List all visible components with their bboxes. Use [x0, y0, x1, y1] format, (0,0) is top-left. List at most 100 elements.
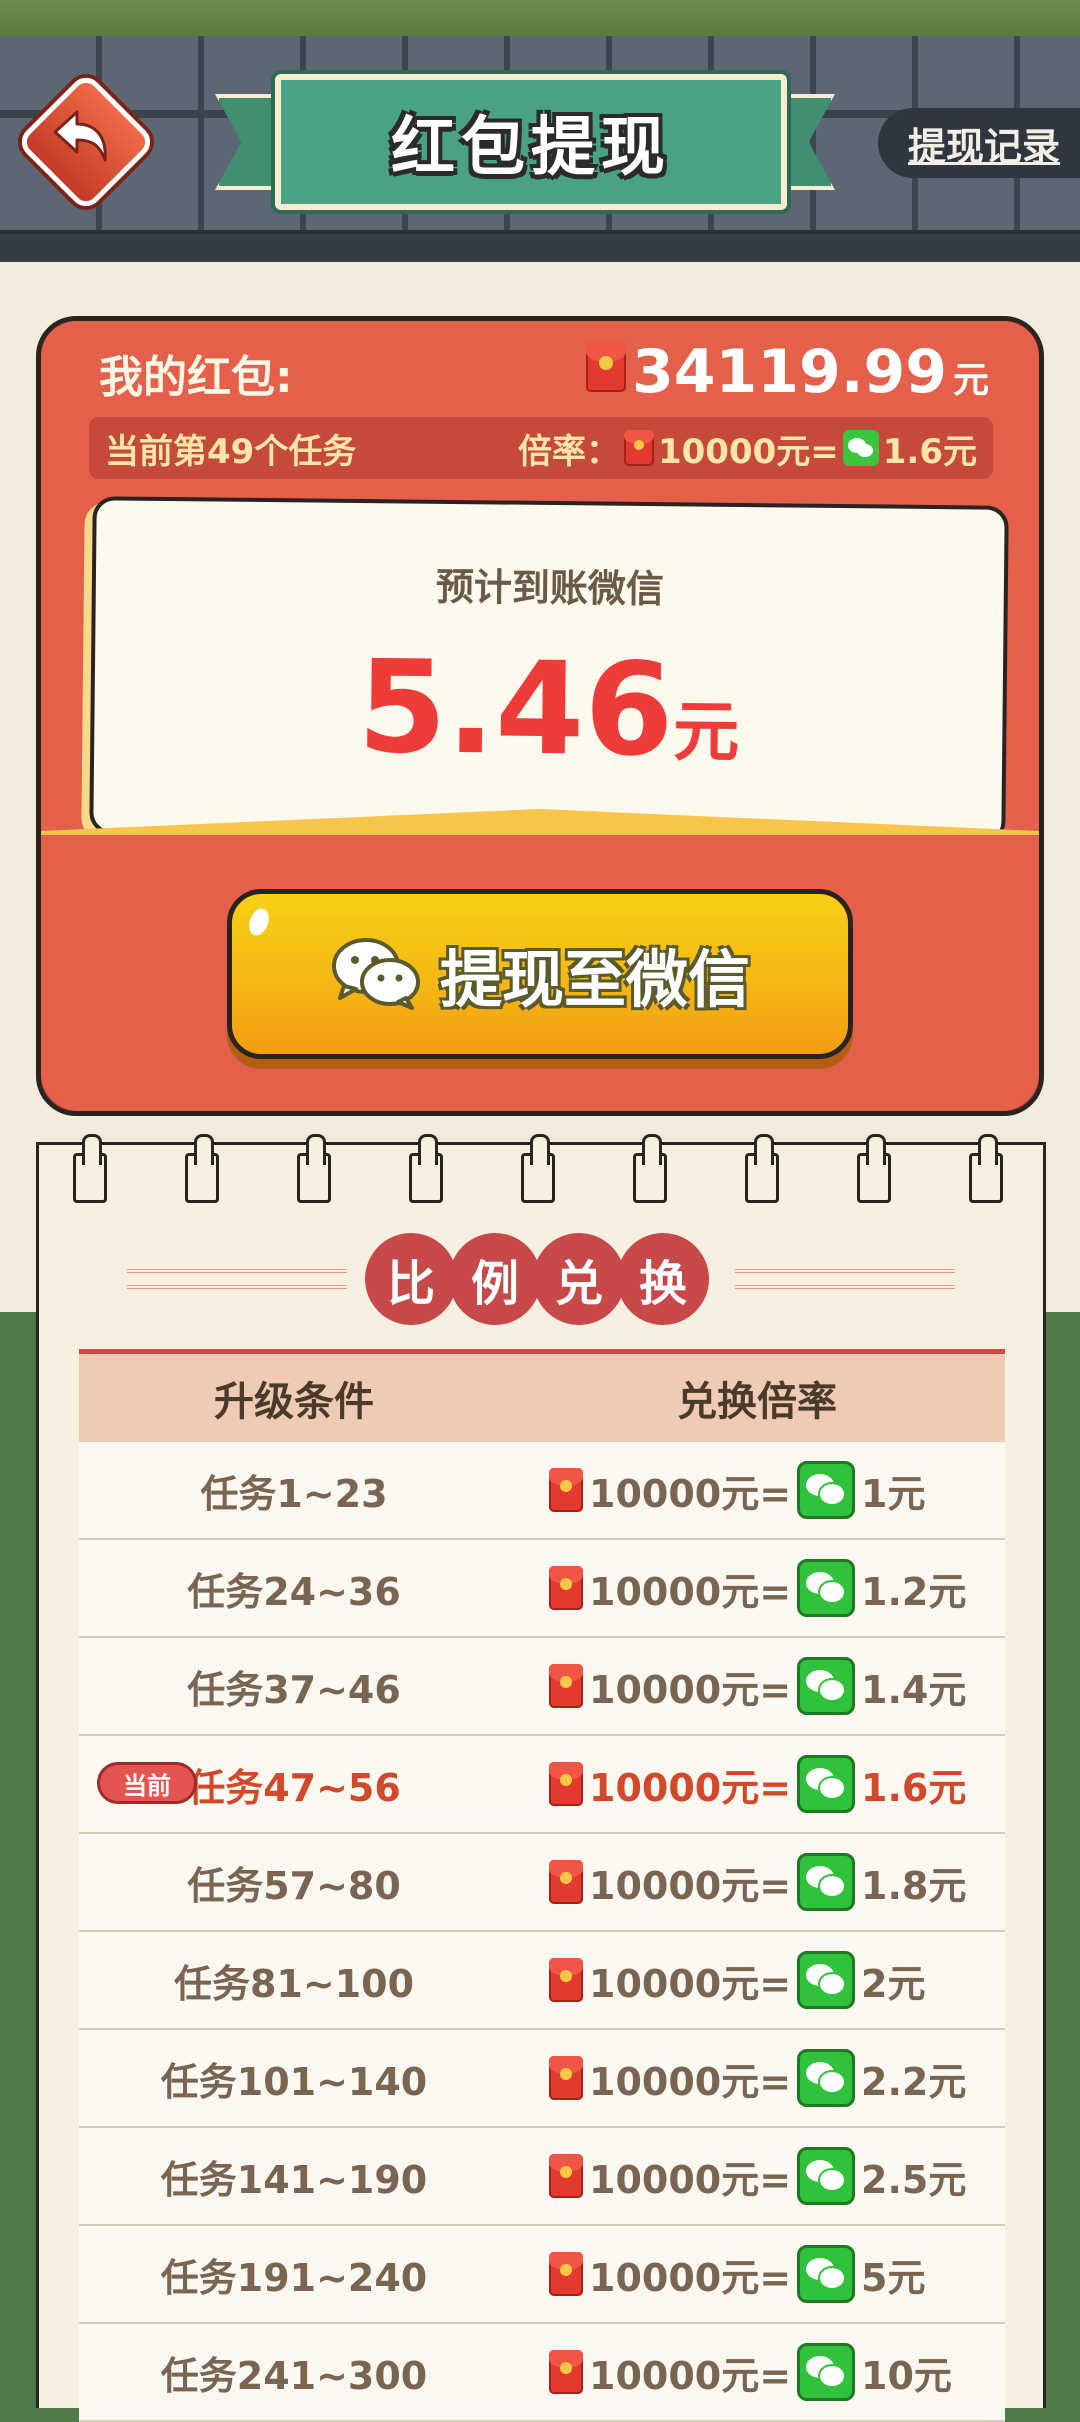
withdraw-button-label: 提现至微信 [439, 943, 750, 1016]
rate-right: 10元 [861, 2353, 952, 2398]
binder-ring [297, 1134, 331, 1203]
table-row: 任务24~36 10000元= 1.2元 [79, 1540, 1005, 1638]
balance-amount: 34119.99 [631, 337, 947, 407]
row-condition: 任务24~36 [187, 1569, 401, 1614]
title-char: 换 [617, 1233, 709, 1325]
rate-right: 2元 [861, 1961, 926, 2006]
rate-left: 10000元= [589, 1667, 792, 1712]
estimate-label: 预计到账微信 [435, 564, 665, 612]
title-char: 例 [449, 1233, 541, 1325]
table-row: 任务37~46 10000元= 1.4元 [79, 1638, 1005, 1736]
row-condition: 任务141~190 [160, 2157, 428, 2202]
rate-right: 1.8元 [861, 1863, 967, 1908]
estimate-paper: 预计到账微信 5.46元 [89, 496, 1009, 844]
wechat-icon [797, 2147, 856, 2205]
red-packet-icon [549, 1468, 583, 1512]
table-row: 任务81~100 10000元= 2元 [79, 1932, 1005, 2030]
row-condition: 任务101~140 [160, 2059, 428, 2104]
table-row-current: 当前 任务47~56 10000元= 1.6元 [79, 1736, 1005, 1834]
red-packet-icon [549, 2056, 583, 2100]
back-button[interactable] [15, 71, 157, 213]
rate-right: 1.4元 [861, 1667, 967, 1712]
top-header: 红包提现 提现记录 [0, 0, 1080, 262]
title-divider-right [735, 1269, 955, 1289]
wechat-icon [797, 1951, 856, 2009]
rate-label: 倍率： [517, 431, 620, 472]
rate-right: 1.6元 [882, 431, 977, 472]
rate-left: 10000元= [589, 2059, 792, 2104]
binder-ring [633, 1134, 667, 1203]
row-rate: 10000元= 2元 [509, 1951, 1005, 2009]
red-packet-card: 我的红包: 34119.99 元 当前第49个任务 倍率： 10000元= 1.… [36, 316, 1044, 1116]
back-arrow-icon [53, 110, 107, 162]
binder-ring [969, 1134, 1003, 1203]
red-packet-icon [549, 2350, 583, 2394]
table-row: 任务101~140 10000元= 2.2元 [79, 2030, 1005, 2128]
red-packet-icon [623, 430, 654, 466]
rate-left: 10000元= [589, 2255, 792, 2300]
wechat-icon [797, 1755, 856, 1813]
estimate-unit: 元 [672, 693, 740, 771]
rate-right: 1.2元 [861, 1569, 967, 1614]
red-packet-icon [549, 2252, 583, 2296]
red-packet-icon [549, 1860, 583, 1904]
table-row: 任务141~190 10000元= 2.5元 [79, 2128, 1005, 2226]
rate-right: 2.2元 [861, 2059, 967, 2104]
balance-unit: 元 [952, 360, 989, 401]
column-header-rate: 兑换倍率 [677, 1379, 837, 1425]
binder-ring [409, 1134, 443, 1203]
rate-right: 1.6元 [861, 1765, 967, 1810]
row-condition: 任务241~300 [160, 2353, 428, 2398]
exchange-notepad: 比 例 兑 换 升级条件 兑换倍率 任务1~23 10000元= 1元 任务24~… [36, 1134, 1046, 2422]
rate-left: 10000元= [589, 2157, 792, 2202]
title-char: 兑 [533, 1233, 625, 1325]
exchange-table: 升级条件 兑换倍率 任务1~23 10000元= 1元 任务24~36 10000… [79, 1349, 1005, 2422]
withdraw-record-button[interactable]: 提现记录 [878, 108, 1080, 178]
table-row: 任务191~240 10000元= 5元 [79, 2226, 1005, 2324]
row-condition: 任务57~80 [187, 1863, 401, 1908]
table-row: 任务1~23 10000元= 1元 [79, 1442, 1005, 1540]
table-row: 任务57~80 10000元= 1.8元 [79, 1834, 1005, 1932]
table-row: 任务241~300 10000元= 10元 [79, 2324, 1005, 2422]
wechat-icon [797, 1853, 856, 1911]
row-rate: 10000元= 2.5元 [509, 2147, 1005, 2205]
binder-ring [857, 1134, 891, 1203]
row-condition: 任务1~23 [200, 1471, 388, 1516]
row-rate: 10000元= 1.8元 [509, 1853, 1005, 1911]
banner-plate: 红包提现 [275, 74, 787, 210]
row-rate: 10000元= 2.2元 [509, 2049, 1005, 2107]
rate-left: 10000元= [589, 2353, 792, 2398]
page-title: 红包提现 [391, 111, 671, 185]
row-condition: 任务191~240 [160, 2255, 428, 2300]
title-char: 比 [365, 1233, 457, 1325]
wechat-icon [797, 2343, 856, 2401]
row-rate: 10000元= 1元 [509, 1461, 1005, 1519]
red-packet-icon [549, 1762, 583, 1806]
title-chars: 比 例 兑 换 [365, 1233, 709, 1325]
estimate-amount-display: 5.46元 [94, 630, 1004, 789]
red-packet-icon [549, 2154, 583, 2198]
row-condition: 任务81~100 [173, 1961, 415, 2006]
table-header: 升级条件 兑换倍率 [79, 1354, 1005, 1442]
binder-ring [185, 1134, 219, 1203]
red-packet-icon [549, 1664, 583, 1708]
wechat-icon [797, 1559, 856, 1617]
rate-left: 10000元= [657, 431, 839, 472]
rate-left: 10000元= [589, 1569, 792, 1614]
red-packet-icon [549, 1566, 583, 1610]
binder-ring [73, 1134, 107, 1203]
estimate-amount: 5.46 [356, 633, 675, 786]
red-packet-icon [549, 1958, 583, 2002]
withdraw-to-wechat-button[interactable]: 提现至微信 [227, 889, 853, 1059]
rate-left: 10000元= [589, 1961, 792, 2006]
rate-info: 倍率： 10000元= 1.6元 [518, 424, 977, 473]
row-rate: 10000元= 1.2元 [509, 1559, 1005, 1617]
title-divider-left [127, 1269, 347, 1289]
exchange-section-title: 比 例 兑 换 [39, 1229, 1043, 1329]
my-redpacket-label: 我的红包: [99, 352, 293, 403]
binder-ring [521, 1134, 555, 1203]
wechat-icon [797, 1657, 856, 1715]
row-rate: 10000元= 5元 [509, 2245, 1005, 2303]
rate-right: 5元 [861, 2255, 926, 2300]
rate-right: 1元 [861, 1471, 926, 1516]
